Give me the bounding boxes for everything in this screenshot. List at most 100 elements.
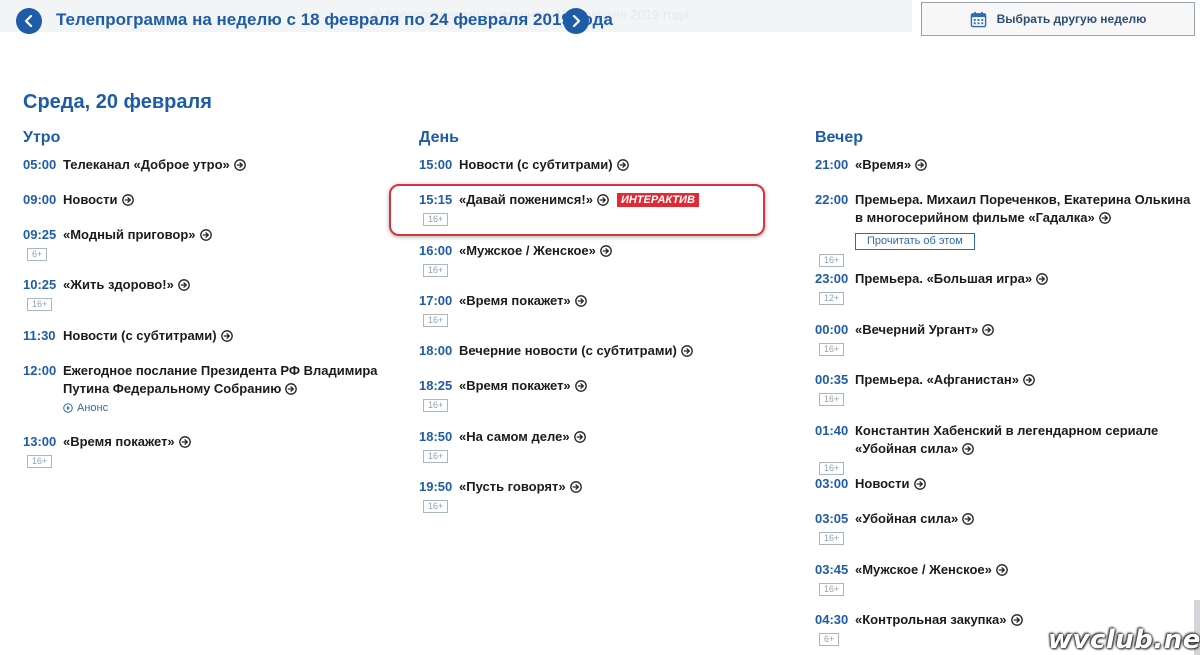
program-item: 00:00 «Вечерний Ургант» 16+ [815,321,1195,357]
arrow-right-icon[interactable] [220,330,233,342]
program-time: 18:50 [419,429,453,444]
age-rating-badge: 16+ [819,532,845,545]
week-title: Телепрограмма на неделю с 18 февраля по … [56,10,613,29]
program-title[interactable]: Новости (с субтитрами) [63,328,217,343]
program-info: Константин Хабенский в легендарном сериа… [855,422,1195,458]
arrow-right-icon[interactable] [1036,273,1048,285]
program-title[interactable]: «Модный приговор» [63,227,196,242]
read-more-button[interactable]: Прочитать об этом [855,233,975,250]
program-row: 23:00 Премьера. «Большая игра» [815,270,1195,288]
program-time: 11:30 [23,328,56,343]
age-rating-badge: 16+ [819,343,845,356]
arrow-right-icon[interactable] [177,279,190,291]
program-info: Новости (с субтитрами) [459,156,629,174]
program-row: 18:00 Вечерние новости (с субтитрами) [419,342,799,360]
select-week-button[interactable]: Выбрать другую неделю [921,2,1195,36]
program-info: «Время покажет» [459,377,587,395]
program-info: «Жить здорово!» [63,276,190,294]
program-title[interactable]: «Время покажет» [459,293,571,308]
program-row: 03:05 «Убойная сила» [815,510,1195,528]
program-time: 10:25 [23,277,57,292]
arrow-right-icon[interactable] [1010,614,1023,626]
program-row: 13:00 «Время покажет» [23,433,408,451]
program-time: 00:00 [815,322,849,337]
calendar-icon [970,11,986,27]
arrow-right-icon[interactable] [915,159,927,171]
program-item: 23:00 Премьера. «Большая игра» 12+ [815,270,1195,306]
top-bar: …ю телепрограмму на вторник, 19 февраля … [0,0,1200,42]
program-row: 01:40 Константин Хабенский в легендарном … [815,422,1195,458]
arrow-right-icon[interactable] [982,324,995,336]
watermark: wvclub.net [1048,625,1200,655]
program-row: 12:00 Ежегодное послание Президента РФ Вл… [23,362,408,418]
next-week-button[interactable] [563,8,589,34]
program-title[interactable]: «Мужское / Женское» [855,562,992,577]
arrow-right-icon[interactable] [121,194,134,206]
arrow-right-icon[interactable] [233,159,246,171]
arrow-right-icon[interactable] [569,481,582,493]
program-info: «Время покажет» [459,292,587,310]
program-item: 18:00 Вечерние новости (с субтитрами) [419,342,799,360]
arrow-right-icon[interactable] [285,383,298,395]
program-title[interactable]: Премьера. «Большая игра» [855,271,1032,286]
program-title[interactable]: «Время» [855,157,911,172]
program-row: 00:35 Премьера. «Афганистан» [815,371,1195,389]
program-title[interactable]: «Вечерний Ургант» [855,322,978,337]
prev-week-button[interactable] [16,8,42,34]
arrow-right-icon[interactable] [913,478,926,490]
program-title[interactable]: Ежегодное послание Президента РФ Владими… [63,363,378,396]
program-title[interactable]: «Мужское / Женское» [459,243,596,258]
program-time: 21:00 [815,157,849,172]
program-item: 22:00 Премьера. Михаил Пореченков, Екатер… [815,191,1195,268]
program-title[interactable]: «Контрольная закупка» [855,612,1007,627]
age-rating-badge: 6+ [819,633,840,646]
program-title[interactable]: Телеканал «Доброе утро» [63,157,230,172]
program-title[interactable]: «Убойная сила» [855,511,958,526]
arrow-right-icon[interactable] [1098,212,1111,224]
program-item: 18:25 «Время покажет» 16+ [419,377,799,413]
arrow-right-icon[interactable] [573,431,586,443]
program-row: 21:00 «Время» [815,156,1195,174]
column-evening: Вечер 21:00 «Время» 22:00 Премьера. Михаил … [815,128,1195,646]
program-row: 09:25 «Модный приговор» [23,226,408,244]
program-title[interactable]: Новости [855,476,910,491]
program-item: 11:30 Новости (с субтитрами) [23,327,408,345]
arrow-right-icon[interactable] [962,513,975,525]
column-title: День [419,129,459,146]
arrow-right-icon[interactable] [996,564,1008,576]
arrow-right-icon[interactable] [962,443,975,455]
program-title[interactable]: «Время покажет» [63,434,175,449]
highlight-frame [389,184,765,236]
arrow-right-icon[interactable] [574,380,587,392]
arrow-right-icon[interactable] [178,436,191,448]
arrow-right-icon[interactable] [616,159,629,171]
program-time: 17:00 [419,293,453,308]
program-title[interactable]: «Пусть говорят» [459,479,566,494]
arrow-right-icon[interactable] [680,345,693,357]
program-item: 00:35 Премьера. «Афганистан» 16+ [815,371,1195,407]
program-title[interactable]: Вечерние новости (с субтитрами) [459,343,677,358]
arrow-right-icon[interactable] [199,229,212,241]
age-rating-badge: 16+ [819,254,845,267]
program-time: 09:00 [23,192,57,207]
announce-label: Анонс [77,402,109,414]
program-row: 18:50 «На самом деле» [419,428,799,446]
program-info: «Мужское / Женское» [855,561,1008,579]
program-title[interactable]: Новости [63,192,118,207]
program-title[interactable]: Новости (с субтитрами) [459,157,613,172]
arrow-right-icon[interactable] [1023,374,1035,386]
age-rating-badge: 16+ [819,462,845,475]
age-rating-badge: 16+ [27,298,53,311]
arrow-right-icon[interactable] [574,295,587,307]
program-title[interactable]: Премьера. Михаил Пореченков, Екатерина О… [855,192,1190,225]
age-rating-badge: 12+ [819,292,845,305]
program-title[interactable]: «Время покажет» [459,378,571,393]
program-title[interactable]: Константин Хабенский в легендарном сериа… [855,423,1158,456]
program-item: 03:45 «Мужское / Женское» 16+ [815,561,1195,597]
announce-link[interactable]: Анонс [63,402,108,414]
program-title[interactable]: «Жить здорово!» [63,277,174,292]
program-title[interactable]: Премьера. «Афганистан» [855,372,1019,387]
program-title[interactable]: «На самом деле» [459,429,570,444]
program-time: 19:50 [419,479,453,494]
arrow-right-icon[interactable] [600,245,612,257]
